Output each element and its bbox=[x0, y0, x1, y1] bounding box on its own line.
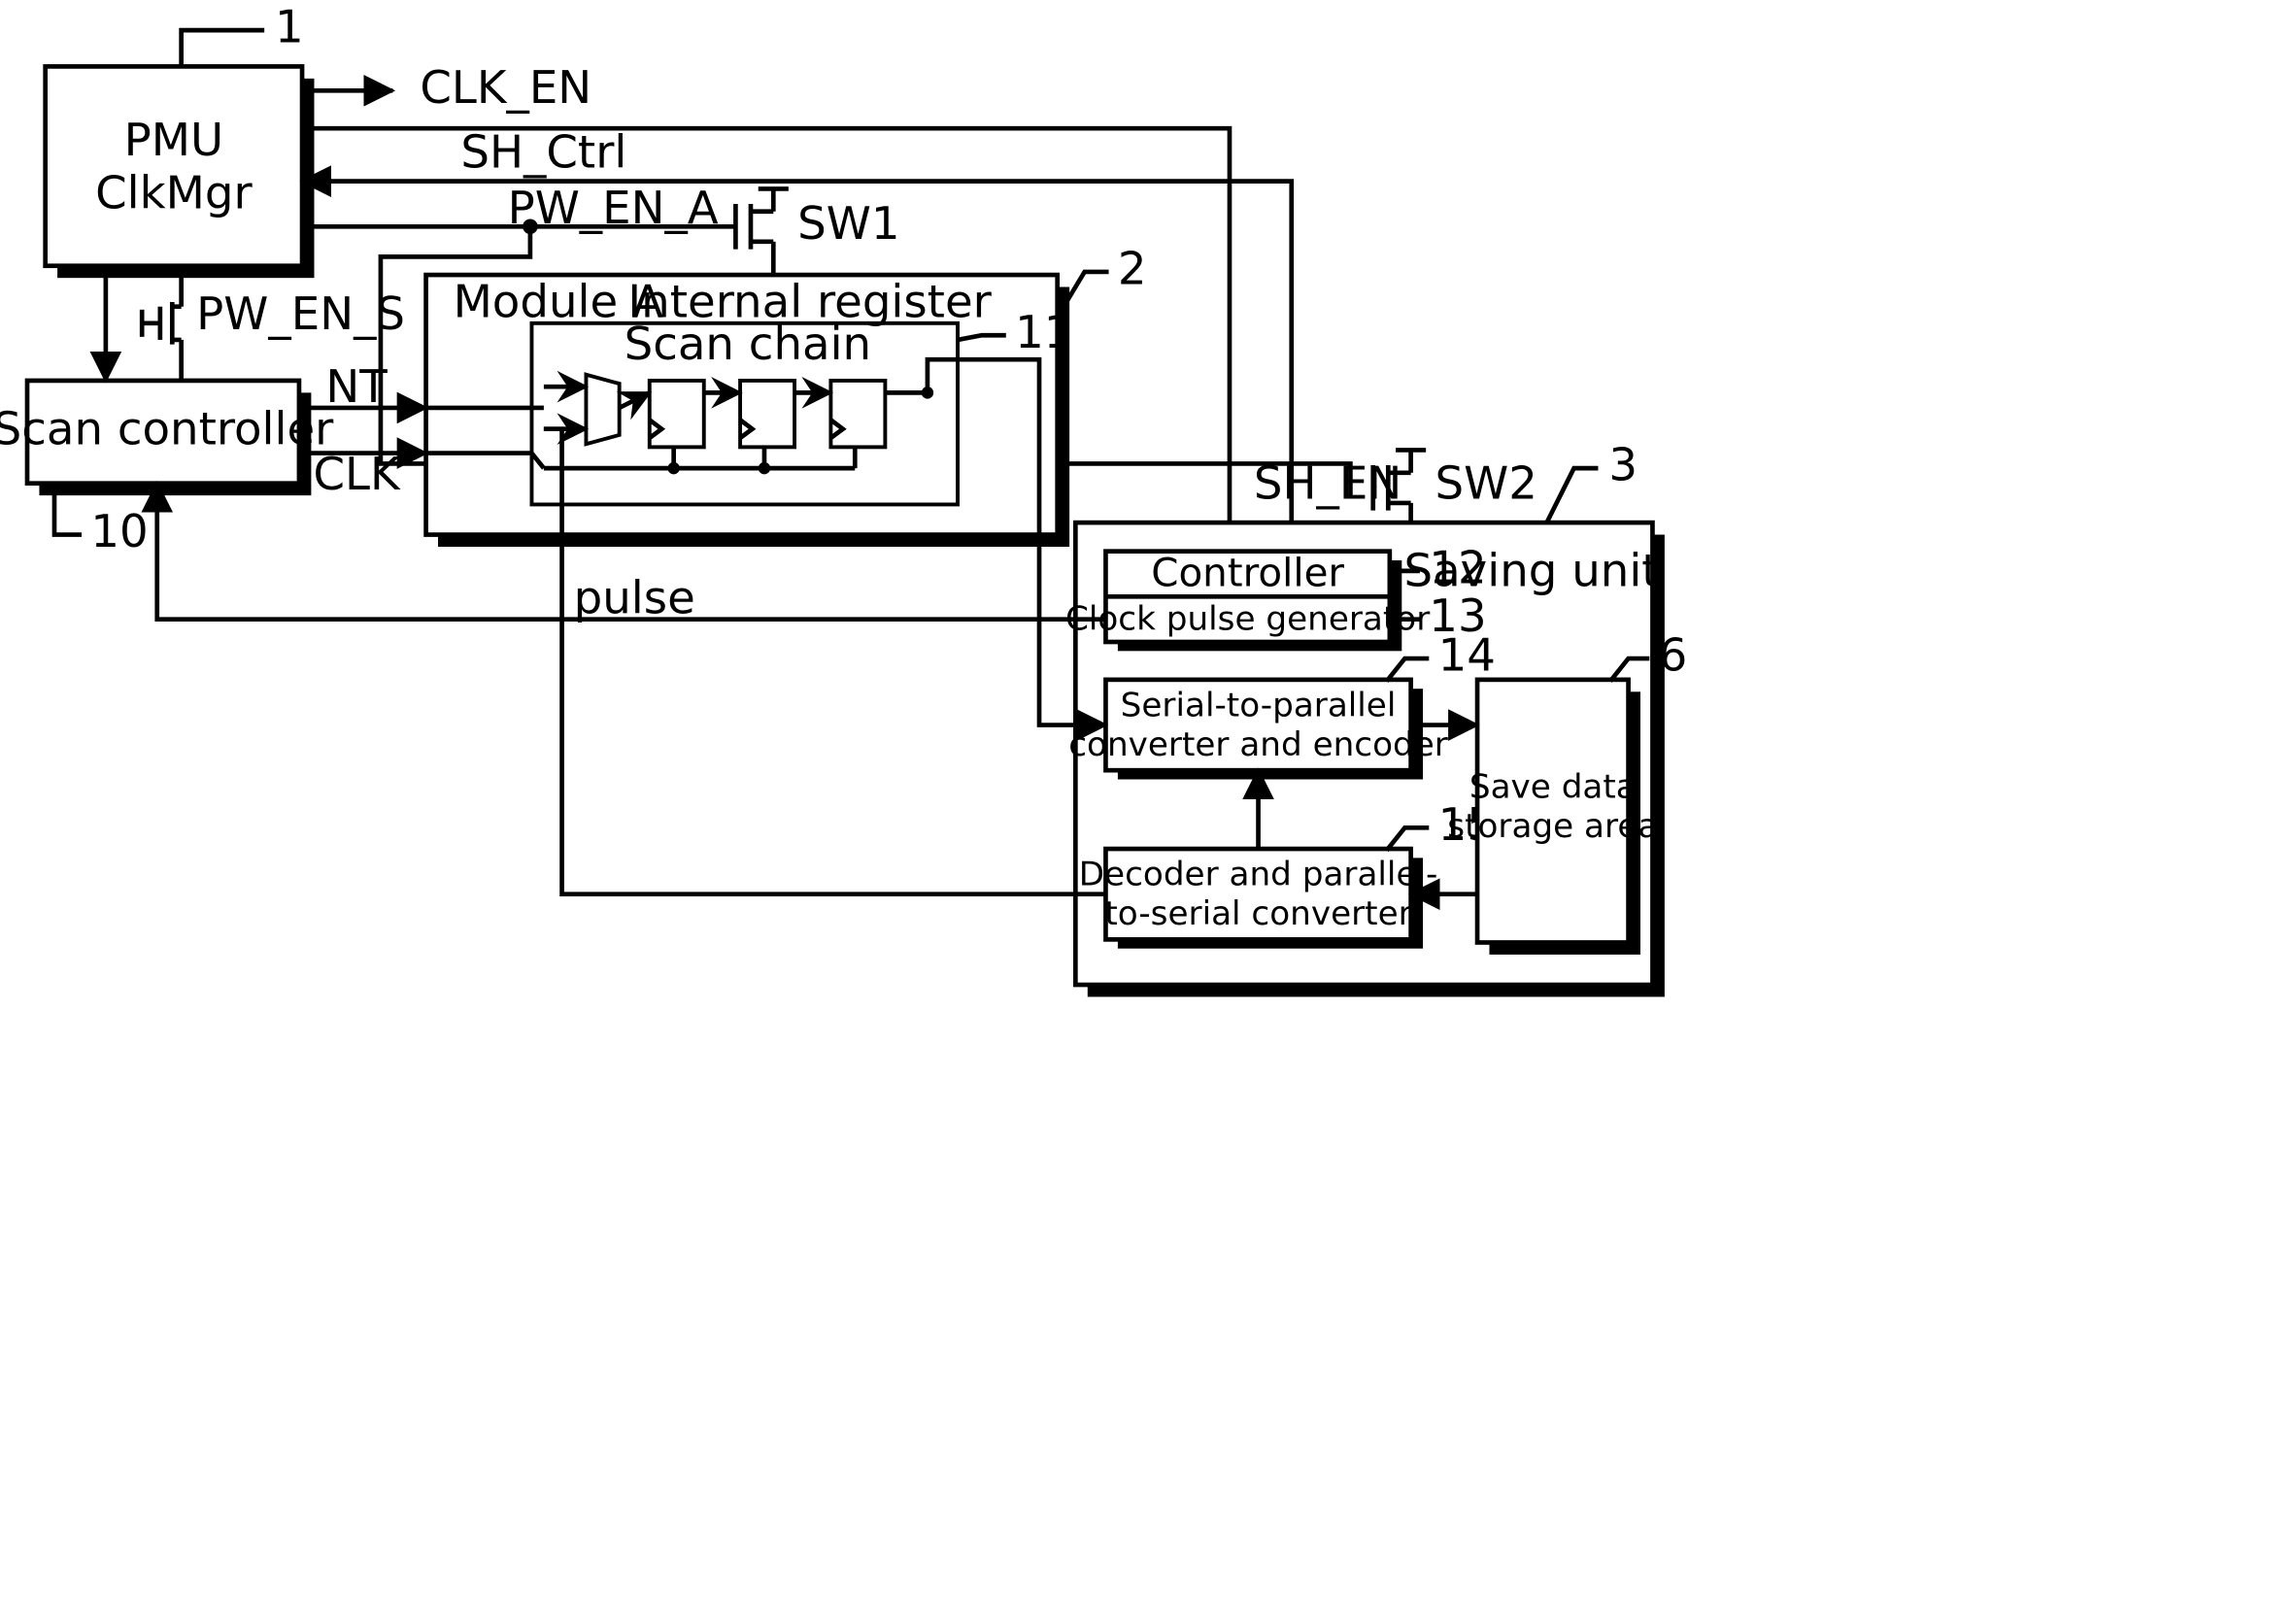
sp-converter: Serial-to-parallel converter and encoder bbox=[1068, 680, 1449, 780]
ref-14: 14 bbox=[1438, 630, 1496, 683]
sp-label-2: converter and encoder bbox=[1068, 725, 1449, 764]
sig-pulse: pulse bbox=[574, 572, 695, 624]
sig-sh-en: SH_EN bbox=[1254, 457, 1401, 510]
sig-clk-en: CLK_EN bbox=[420, 62, 591, 115]
save-label-1: Save data bbox=[1469, 767, 1637, 806]
sw1-label: SW1 bbox=[797, 198, 899, 251]
ref-6: 6 bbox=[1659, 630, 1688, 683]
ref-12: 12 bbox=[1429, 542, 1486, 594]
sw2-label: SW2 bbox=[1435, 457, 1536, 510]
switch-sw1 bbox=[735, 188, 788, 275]
sig-clk: CLK bbox=[313, 449, 401, 501]
block-diagram: PMU ClkMgr 1 CLK_EN SH_Ctrl PW_EN_A SW1 … bbox=[0, 0, 2296, 1616]
ref-3: 3 bbox=[1608, 440, 1638, 492]
ref-10: 10 bbox=[90, 506, 148, 558]
switch-pw-en-s bbox=[142, 266, 181, 381]
pmu-label-1: PMU bbox=[124, 115, 224, 167]
ref-11: 11 bbox=[1015, 307, 1072, 359]
ps-converter: Decoder and parallel- to-serial converte… bbox=[1079, 849, 1438, 949]
ref-1: 1 bbox=[275, 2, 304, 54]
sig-pw-en-a: PW_EN_A bbox=[508, 183, 719, 235]
ps-label-2: to-serial converter bbox=[1104, 894, 1412, 933]
scan-chain-label: Scan chain bbox=[625, 319, 872, 371]
sig-pw-en-s: PW_EN_S bbox=[196, 288, 405, 341]
cpg-label: Clock pulse generator bbox=[1065, 600, 1431, 639]
sp-label-1: Serial-to-parallel bbox=[1121, 686, 1397, 724]
save-storage: Save data storage area bbox=[1447, 680, 1658, 955]
scan-controller: Scan controller bbox=[0, 381, 334, 495]
scan-controller-label: Scan controller bbox=[0, 403, 334, 455]
pmu-block: PMU ClkMgr bbox=[46, 66, 315, 278]
controller-box: Controller Clock pulse generator bbox=[1065, 550, 1431, 652]
sig-sh-ctrl: SH_Ctrl bbox=[460, 127, 626, 180]
save-label-2: storage area bbox=[1447, 807, 1658, 846]
sig-nt: NT bbox=[325, 361, 388, 414]
pmu-label-2: ClkMgr bbox=[95, 168, 253, 220]
ps-label-1: Decoder and parallel- bbox=[1079, 856, 1438, 894]
ref-2: 2 bbox=[1118, 243, 1147, 295]
controller-label: Controller bbox=[1151, 550, 1344, 596]
